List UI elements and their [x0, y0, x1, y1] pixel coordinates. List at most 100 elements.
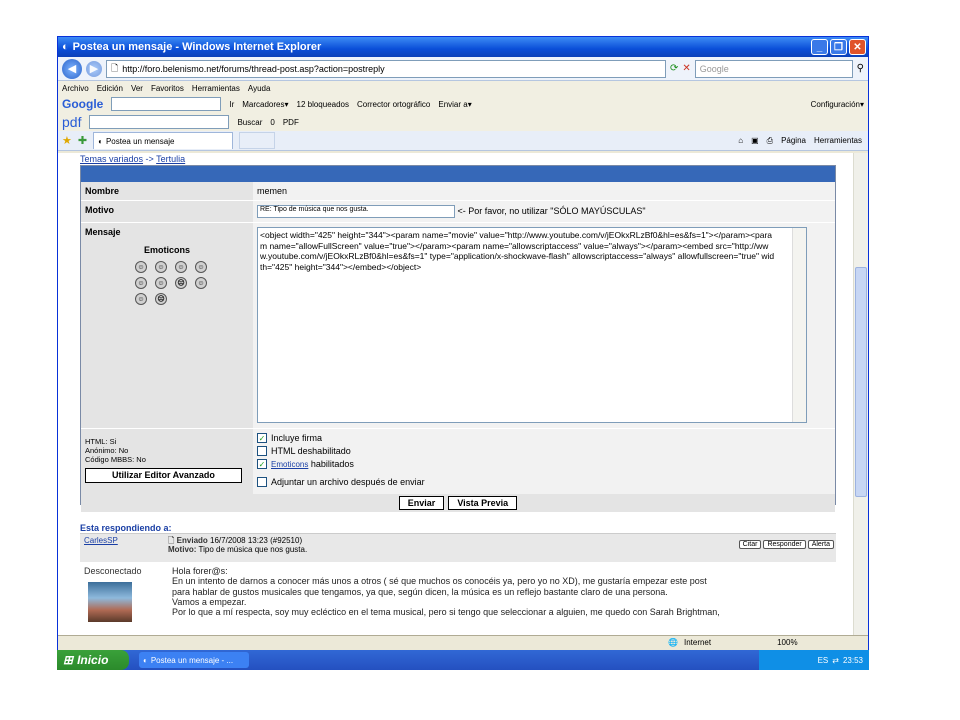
tongue-emoticon-icon[interactable]: ☺ [155, 277, 167, 289]
message-textarea[interactable]: <object width="425" height="344"><param … [257, 227, 807, 423]
replying-to-title: Esta respondiendo a: [80, 523, 172, 533]
page-scrollbar[interactable] [853, 153, 868, 649]
pdf-count: 0 [270, 117, 275, 127]
blush-emoticon-icon[interactable]: ☺ [195, 277, 207, 289]
zoom-level[interactable]: 100% [777, 638, 797, 647]
post-author-link[interactable]: CarlesSP [80, 536, 168, 545]
menu-herramientas[interactable]: Herramientas [192, 84, 240, 93]
start-button[interactable]: ⊞ Inicio [57, 650, 129, 670]
menu-ver[interactable]: Ver [131, 84, 143, 93]
post-doc-icon: 🗋 [168, 536, 175, 545]
author-status: Desconectado [84, 566, 142, 576]
emoticons-link[interactable]: Emoticons [271, 460, 308, 469]
pdf-search-button[interactable]: Buscar [237, 118, 262, 127]
textarea-scrollbar[interactable] [792, 228, 806, 422]
pdf-search-input[interactable] [89, 115, 230, 129]
signature-label: Incluye firma [271, 433, 323, 443]
spellcheck-button[interactable]: Corrector ortográfico [357, 100, 430, 109]
pdf-logo: pdf [62, 114, 82, 130]
network-icon[interactable]: ⇄ [832, 656, 839, 665]
breadcrumb: Temas variados -> Tertulia [80, 154, 186, 164]
menu-favoritos[interactable]: Favoritos [151, 84, 184, 93]
post-date: 16/7/2008 13:23 (#92510) [210, 536, 303, 545]
taskbar-item-postea[interactable]: ◐ Postea un mensaje - ... [139, 652, 249, 668]
page-menu[interactable]: Página [781, 136, 806, 146]
scrollbar-thumb[interactable] [855, 267, 867, 497]
ie-task-icon: ◐ [143, 655, 148, 665]
preview-button[interactable]: Vista Previa [448, 496, 518, 510]
disable-html-checkbox[interactable] [257, 446, 267, 456]
tools-menu[interactable]: Herramientas [814, 136, 862, 146]
stop-icon[interactable]: ✕ [682, 63, 690, 74]
url-field[interactable]: 🗋 http://foro.belenismo.net/forums/threa… [106, 59, 666, 78]
emoticons-title: Emoticons [143, 245, 190, 255]
sad-emoticon-icon[interactable]: ☹ [155, 293, 167, 305]
breadcrumb-link-temas[interactable]: Temas variados [80, 154, 143, 164]
menu-ayuda[interactable]: Ayuda [248, 84, 271, 93]
send-button[interactable]: Enviar [398, 496, 445, 510]
language-indicator[interactable]: ES [818, 656, 829, 665]
form-header [81, 166, 835, 182]
page-icon: 🗋 [111, 62, 119, 73]
attach-file-checkbox[interactable] [257, 477, 267, 487]
title-bar: ◐ Postea un mensaje - Windows Internet E… [58, 37, 868, 57]
google-search-input[interactable] [111, 97, 222, 111]
feeds-icon[interactable]: ▣ [751, 136, 759, 146]
anon-status: Anónimo: No [85, 446, 129, 455]
mbbs-status: Código MBBS: No [85, 455, 146, 464]
pdf-button[interactable]: PDF [283, 118, 299, 127]
maximize-button[interactable]: ❐ [830, 39, 847, 55]
disable-html-label: HTML deshabilitado [271, 446, 351, 456]
search-input[interactable]: Google [694, 59, 853, 78]
google-logo: Google [62, 97, 104, 111]
advanced-editor-button[interactable]: Utilizar Editor Avanzado [85, 468, 242, 483]
globe-icon: 🌐 [668, 638, 678, 647]
home-icon[interactable]: ⌂ [738, 136, 743, 146]
taskbar: ⊞ Inicio ◐ Postea un mensaje - ... ES ⇄ … [57, 650, 869, 670]
bookmarks-menu[interactable]: Marcadores▾ [242, 100, 288, 109]
favorites-star-icon[interactable]: ★ [62, 134, 72, 147]
popup-blocker[interactable]: 12 bloqueados [297, 100, 350, 109]
close-button[interactable]: ✕ [849, 39, 866, 55]
windows-logo-icon: ⊞ [63, 653, 74, 667]
cool-emoticon-icon[interactable]: ☺ [175, 261, 187, 273]
add-favorite-icon[interactable]: ✚ [78, 134, 87, 147]
big-smile-emoticon-icon[interactable]: ☺ [155, 261, 167, 273]
google-toolbar: Google Ir Marcadores▾ 12 bloqueados Corr… [58, 95, 868, 113]
html-status: HTML: Si [85, 437, 117, 446]
reply-post: CarlesSP 🗋 Enviado 16/7/2008 13:23 (#925… [80, 533, 836, 649]
attach-file-label: Adjuntar un archivo después de enviar [271, 477, 425, 487]
go-button[interactable]: Ir [229, 100, 234, 109]
tab-postea[interactable]: ◐ Postea un mensaje [93, 132, 234, 149]
breadcrumb-link-tertulia[interactable]: Tertulia [156, 154, 185, 164]
refresh-icon[interactable]: ⟳ [670, 63, 678, 74]
system-tray: ES ⇄ 23:53 [759, 650, 869, 670]
minimize-button[interactable]: _ [811, 39, 828, 55]
wink-emoticon-icon[interactable]: ☺ [195, 261, 207, 273]
nombre-label: Nombre [81, 182, 253, 200]
emoticons-checkbox[interactable]: ✓ [257, 459, 267, 469]
pdf-toolbar: pdf Buscar 0 PDF [58, 113, 868, 131]
alert-button[interactable]: Alerta [807, 540, 834, 549]
signature-checkbox[interactable]: ✓ [257, 433, 267, 443]
post-body: Hola forer@s: En un intento de darnos a … [172, 566, 720, 618]
back-button[interactable]: ◀ [62, 58, 82, 79]
config-menu[interactable]: Configuración▾ [811, 100, 868, 109]
menu-edicion[interactable]: Edición [97, 84, 123, 93]
print-icon[interactable]: ⎙ [767, 136, 773, 146]
smile-emoticon-icon[interactable]: ☺ [135, 261, 147, 273]
surprised-emoticon-icon[interactable]: ☺ [135, 277, 147, 289]
angry-emoticon-icon[interactable]: ☹ [175, 277, 187, 289]
quote-button[interactable]: Citar [738, 540, 762, 549]
reply-button[interactable]: Responder [763, 540, 806, 549]
post-motivo: Tipo de música que nos gusta. [198, 545, 308, 555]
emoticons-grid: ☺ ☺ ☺ ☺ ☺ ☺ ☹ ☺ ☺ ☹ [135, 261, 249, 305]
laugh-emoticon-icon[interactable]: ☺ [135, 293, 147, 305]
forward-button[interactable]: ▶ [86, 60, 102, 77]
send-to-menu[interactable]: Enviar a▾ [438, 100, 471, 109]
menu-archivo[interactable]: Archivo [62, 84, 89, 93]
new-tab-button[interactable] [239, 132, 276, 149]
motivo-input[interactable]: RE: Tipo de música que nos gusta. [257, 205, 455, 218]
search-icon[interactable]: ⚲ [857, 63, 864, 74]
clock[interactable]: 23:53 [843, 656, 863, 665]
